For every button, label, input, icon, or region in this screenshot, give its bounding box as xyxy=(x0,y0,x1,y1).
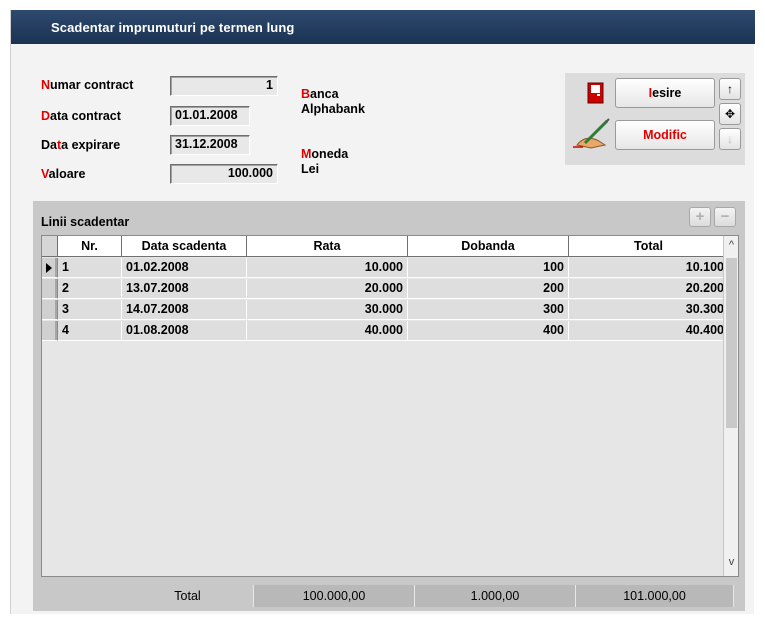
main-window: Scadentar imprumuturi pe termen lung Num… xyxy=(10,10,755,614)
data-contract-field[interactable]: 01.01.2008 xyxy=(170,106,250,126)
scroll-up-icon[interactable]: ^ xyxy=(724,239,739,251)
row-pointer-icon xyxy=(46,263,52,273)
cell-total[interactable]: 40.400 xyxy=(569,321,729,341)
label-hotkey: B xyxy=(301,87,311,101)
down-arrow-button[interactable]: ↓ xyxy=(719,128,741,150)
cell-dobanda[interactable]: 200 xyxy=(408,279,569,299)
label-hotkey: N xyxy=(41,78,51,92)
row-indicator[interactable] xyxy=(42,321,58,341)
move-button[interactable]: ✥ xyxy=(719,103,741,125)
window-title: Scadentar imprumuturi pe termen lung xyxy=(11,10,755,44)
label-text: oneda xyxy=(311,147,349,161)
column-header-total[interactable]: Total xyxy=(569,236,729,257)
modific-button[interactable]: Modific xyxy=(615,120,715,150)
grid-panel: Linii scadentar + − Nr. Data scadenta Ra… xyxy=(33,201,745,611)
banca-info: Banca Alphabank xyxy=(301,87,365,117)
cell-rata[interactable]: 10.000 xyxy=(247,258,408,278)
total-dobanda: 1.000,00 xyxy=(415,585,576,607)
cell-rata[interactable]: 30.000 xyxy=(247,300,408,320)
numar-contract-label: Numar contract xyxy=(41,78,133,92)
data-expirare-field[interactable]: 31.12.2008 xyxy=(170,135,250,155)
iesire-button[interactable]: Iesire xyxy=(615,78,715,108)
cell-total[interactable]: 20.200 xyxy=(569,279,729,299)
column-header-dobanda[interactable]: Dobanda xyxy=(408,236,569,257)
label-hotkey: M xyxy=(301,147,312,161)
cell-rata[interactable]: 40.000 xyxy=(247,321,408,341)
scrollbar-thumb[interactable] xyxy=(726,258,737,428)
column-header-data[interactable]: Data scadenta xyxy=(122,236,247,257)
data-contract-label: Data contract xyxy=(41,109,121,123)
totals-row: Total 100.000,00 1.000,00 101.000,00 xyxy=(41,585,734,607)
banca-label: Banca xyxy=(301,87,365,102)
table-row[interactable]: 4 01.08.2008 40.000 400 40.400 xyxy=(42,321,729,341)
cell-nr[interactable]: 2 xyxy=(58,279,122,299)
table-row[interactable]: 2 13.07.2008 20.000 200 20.200 xyxy=(42,279,729,299)
valoare-field[interactable]: 100.000 xyxy=(170,164,278,184)
cell-total[interactable]: 30.300 xyxy=(569,300,729,320)
cell-data[interactable]: 01.08.2008 xyxy=(122,321,247,341)
row-indicator[interactable] xyxy=(42,258,58,278)
data-expirare-label: Data expirare xyxy=(41,138,120,152)
moneda-label: Moneda xyxy=(301,147,348,162)
add-row-button[interactable]: + xyxy=(689,207,711,227)
label-text: aloare xyxy=(48,167,86,181)
table-row[interactable]: 1 01.02.2008 10.000 100 10.100 xyxy=(42,258,729,278)
header-indicator xyxy=(42,236,58,257)
totals-label: Total xyxy=(122,585,254,607)
cell-data[interactable]: 14.07.2008 xyxy=(122,300,247,320)
moneda-info: Moneda Lei xyxy=(301,147,348,177)
cell-dobanda[interactable]: 300 xyxy=(408,300,569,320)
moneda-value: Lei xyxy=(301,162,320,176)
total-rata: 100.000,00 xyxy=(254,585,415,607)
button-text: esire xyxy=(652,86,682,100)
column-header-rata[interactable]: Rata xyxy=(247,236,408,257)
banca-value: Alphabank xyxy=(301,102,365,116)
schedule-table[interactable]: Nr. Data scadenta Rata Dobanda Total 1 0… xyxy=(41,235,739,577)
cell-data[interactable]: 13.07.2008 xyxy=(122,279,247,299)
valoare-label: Valoare xyxy=(41,167,86,181)
label-text: ata contract xyxy=(50,109,121,123)
hand-pen-icon[interactable] xyxy=(571,115,613,151)
door-exit-icon[interactable] xyxy=(587,82,605,104)
cell-total[interactable]: 10.100 xyxy=(569,258,729,278)
total-total: 101.000,00 xyxy=(576,585,734,607)
cell-nr[interactable]: 4 xyxy=(58,321,122,341)
button-panel: Iesire Modific ↑ ✥ ↓ xyxy=(565,73,745,165)
up-arrow-button[interactable]: ↑ xyxy=(719,78,741,100)
scroll-down-icon[interactable]: v xyxy=(724,556,739,568)
row-indicator[interactable] xyxy=(42,300,58,320)
cell-data[interactable]: 01.02.2008 xyxy=(122,258,247,278)
column-header-nr[interactable]: Nr. xyxy=(58,236,122,257)
vertical-scrollbar[interactable]: ^ v xyxy=(723,236,738,576)
cell-dobanda[interactable]: 400 xyxy=(408,321,569,341)
cell-dobanda[interactable]: 100 xyxy=(408,258,569,278)
cell-nr[interactable]: 3 xyxy=(58,300,122,320)
numar-contract-field[interactable]: 1 xyxy=(170,76,278,96)
window-title-text: Scadentar imprumuturi pe termen lung xyxy=(51,20,295,35)
cell-rata[interactable]: 20.000 xyxy=(247,279,408,299)
cell-nr[interactable]: 1 xyxy=(58,258,122,278)
row-indicator[interactable] xyxy=(42,279,58,299)
label-text: umar contract xyxy=(50,78,134,92)
table-row[interactable]: 3 14.07.2008 30.000 300 30.300 xyxy=(42,300,729,320)
label-hotkey: V xyxy=(41,167,49,181)
label-text: anca xyxy=(310,87,339,101)
label-text: Da xyxy=(41,138,57,152)
label-hotkey: D xyxy=(41,109,51,123)
grid-title: Linii scadentar xyxy=(41,215,130,229)
label-text: a expirare xyxy=(61,138,121,152)
remove-row-button[interactable]: − xyxy=(714,207,736,227)
